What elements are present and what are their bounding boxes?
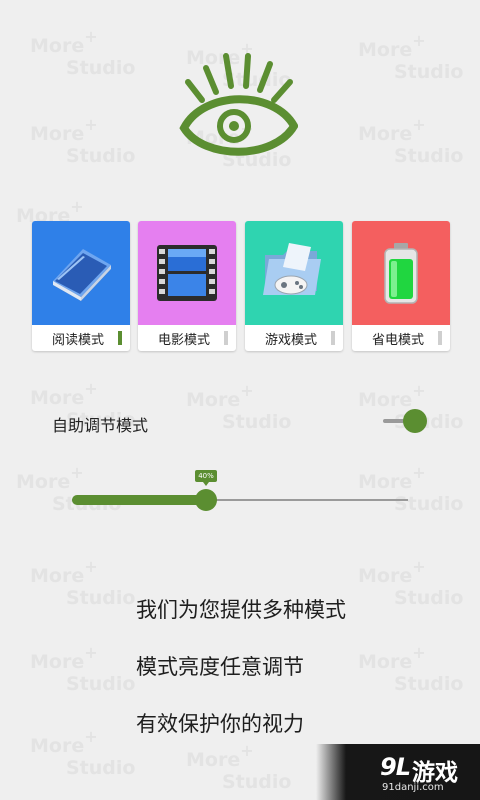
watermark: More+Studio (358, 115, 464, 167)
mode-label: 游戏模式 (265, 332, 318, 348)
mode-tile (245, 221, 343, 325)
watermark: More+Studio (30, 115, 136, 167)
toggle-knob[interactable] (403, 409, 427, 433)
mode-label: 省电模式 (372, 332, 425, 348)
brand-mark: 9L (380, 753, 411, 781)
mode-selector: 阅读模式 电影模式 游戏模式 省电模式 (32, 221, 450, 351)
watermark: More+Studio (30, 27, 136, 79)
mode-indicator (118, 331, 122, 345)
eye-logo-icon (179, 53, 298, 156)
mode-tile (32, 221, 130, 325)
watermark: More+Studio (30, 643, 136, 695)
mode-card-reading[interactable]: 阅读模式 (32, 221, 130, 351)
film-icon (157, 245, 217, 301)
slider-value-badge: 40% (195, 470, 217, 486)
mode-label: 电影模式 (158, 332, 211, 348)
watermark: More+Studio (358, 31, 464, 83)
mode-tile (352, 221, 450, 325)
auto-adjust-toggle[interactable] (383, 408, 429, 434)
promo-line-3: 有效保护你的视力 (136, 712, 304, 736)
watermark: More+Studio (30, 557, 136, 609)
slider-thumb[interactable] (195, 489, 217, 511)
mode-tile (138, 221, 236, 325)
watermark: More+Studio (358, 643, 464, 695)
mode-indicator (438, 331, 442, 345)
watermark: More+Studio (186, 741, 292, 793)
auto-adjust-label: 自助调节模式 (52, 416, 149, 435)
mode-indicator (224, 331, 228, 345)
mode-indicator (331, 331, 335, 345)
brand-watermark: 9L 游戏 91danji.com (316, 744, 480, 800)
promo-line-1: 我们为您提供多种模式 (136, 598, 346, 622)
mode-label: 阅读模式 (52, 332, 105, 348)
slider-fill (72, 495, 206, 505)
brightness-slider[interactable]: 40% (72, 470, 410, 516)
brand-url: 91danji.com (382, 782, 444, 793)
book-icon (53, 249, 111, 301)
watermark: More+Studio (30, 727, 136, 779)
promo-line-2: 模式亮度任意调节 (136, 655, 304, 679)
watermark: More+Studio (186, 381, 292, 433)
mode-card-movie[interactable]: 电影模式 (138, 221, 236, 351)
mode-card-power-saving[interactable]: 省电模式 (352, 221, 450, 351)
mode-card-game[interactable]: 游戏模式 (245, 221, 343, 351)
watermark: More+Studio (358, 557, 464, 609)
gamepad-folder-icon (263, 243, 321, 295)
battery-icon (384, 243, 418, 304)
